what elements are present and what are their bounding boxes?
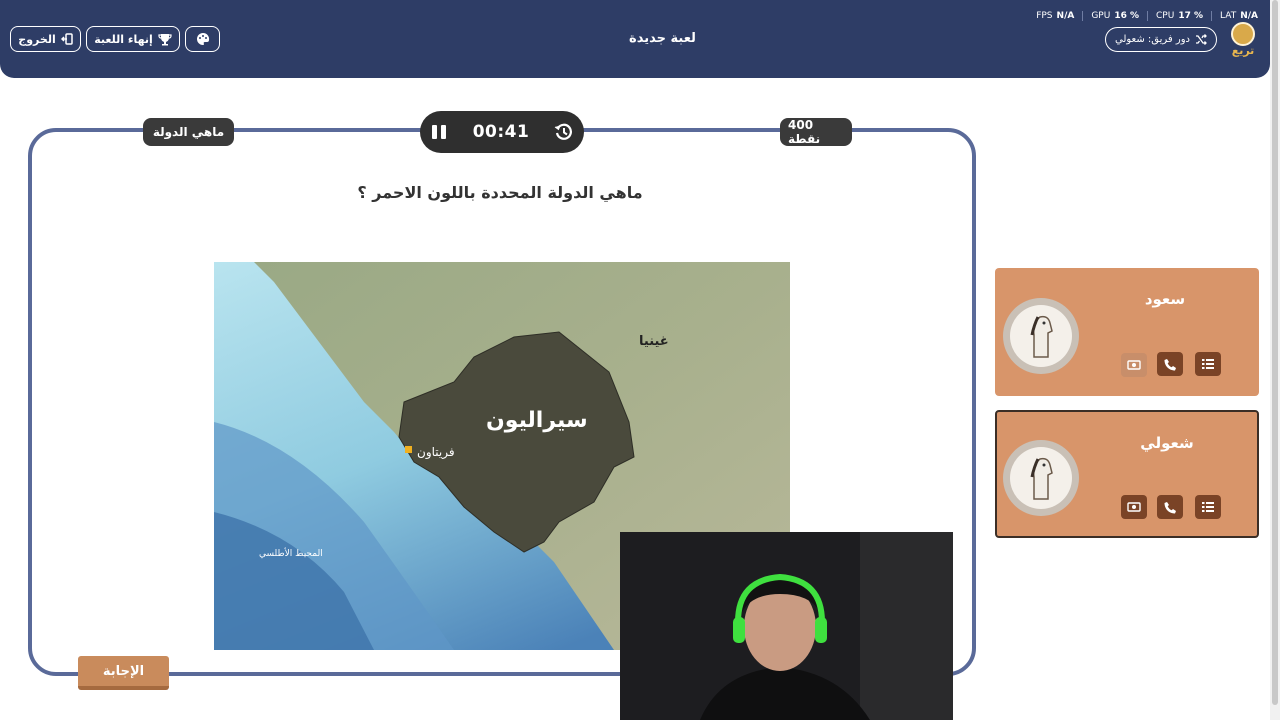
exit-icon [60,33,73,45]
answer-button[interactable]: الإجابة [78,656,169,690]
logo-face-icon [1231,22,1255,46]
call-tool-button[interactable] [1157,352,1183,376]
top-header-bar: الخروج إنهاء اللعبة لعبة جديدة FPS N/A GP… [0,0,1270,78]
map-label-capital: فريتاون [417,445,455,459]
map-label-neighbor: غينيا [639,334,669,349]
app-logo: تريع [1230,22,1256,58]
list-tool-button[interactable] [1195,495,1221,519]
palette-button[interactable] [185,26,220,52]
team-card-shaoli: شعولي [995,410,1259,538]
team-name: شعولي [1140,434,1194,452]
trophy-icon [158,33,172,45]
team-turn-label: دور فريق: شعولي [1114,34,1190,45]
stat-fps: FPS N/A [1036,11,1075,21]
swap-icon [1127,360,1141,370]
horse-avatar-icon [1030,457,1053,500]
pause-icon[interactable] [430,123,448,141]
end-game-label: إنهاء اللعبة [94,32,153,46]
page-scrollbar[interactable] [1270,0,1280,720]
list-tool-button[interactable] [1195,352,1221,376]
horse-avatar-icon [1030,315,1053,358]
swap-icon [1127,502,1141,512]
points-badge: 400 نقطة [780,118,852,146]
team-name: سعود [1144,290,1186,308]
history-icon[interactable] [554,122,574,142]
shuffle-icon [1196,34,1207,45]
call-tool-button[interactable] [1157,495,1183,519]
team-card-saud: سعود [995,268,1259,396]
stat-lat: LAT N/A [1220,11,1258,21]
swap-tool-button[interactable] [1121,353,1147,377]
stat-cpu: CPU 17 % [1156,11,1204,21]
avatar [1003,298,1079,374]
list-icon [1202,502,1214,512]
phone-icon [1164,501,1176,513]
stat-gpu: GPU 16 % [1091,11,1140,21]
performance-stats: FPS N/A GPU 16 % CPU 17 % LAT N/A [1036,11,1258,21]
list-icon [1202,359,1214,369]
phone-icon [1164,358,1176,370]
palette-icon [196,32,209,45]
logo-text: تريع [1231,44,1255,57]
exit-label: الخروج [18,32,56,46]
map-label-ocean: المحيط الأطلسي [259,549,323,559]
category-badge: ماهي الدولة [143,118,234,146]
team-turn-button[interactable]: دور فريق: شعولي [1105,27,1217,52]
timer-value: 00:41 [472,122,530,142]
map-label-country: سيراليون [486,408,588,433]
page-title: لعبة جديدة [629,31,696,46]
avatar [1003,440,1079,516]
timer: 00:41 [420,111,584,153]
exit-button[interactable]: الخروج [10,26,81,52]
swap-tool-button[interactable] [1121,495,1147,519]
end-game-button[interactable]: إنهاء اللعبة [86,26,180,52]
question-text: ماهي الدولة المحددة باللون الاحمر ؟ [357,183,643,202]
webcam-overlay [620,532,953,720]
